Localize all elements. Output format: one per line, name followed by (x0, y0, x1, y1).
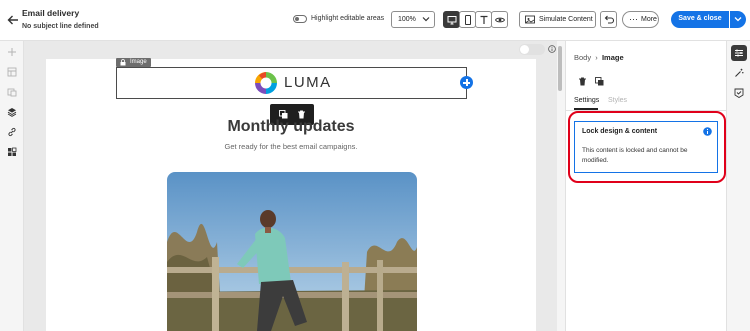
zoom-value: 100% (398, 16, 416, 23)
sun-icon (520, 45, 529, 54)
more-button[interactable]: ··· More (622, 11, 659, 28)
back-arrow-icon[interactable] (6, 13, 20, 27)
left-rail (0, 41, 24, 331)
magic-wand-icon[interactable] (734, 68, 744, 78)
layers-icon[interactable] (7, 107, 17, 117)
eye-icon (495, 17, 505, 23)
save-close-button[interactable]: Save & close (671, 11, 729, 28)
settings-panel-button[interactable] (731, 45, 747, 61)
tab-styles[interactable]: Styles (608, 97, 627, 104)
sliders-icon (735, 49, 743, 57)
theme-toggle[interactable] (519, 44, 545, 55)
duplicate-icon[interactable] (595, 77, 604, 86)
save-options-button[interactable] (730, 11, 746, 28)
properties-panel: Body › Image Settings Styles Lock design… (565, 41, 727, 331)
preview-button[interactable] (491, 11, 508, 28)
simulate-icon (525, 15, 535, 24)
personalization-icon[interactable] (734, 88, 744, 98)
link-icon[interactable] (7, 127, 17, 137)
undo-icon (604, 15, 615, 24)
chevron-down-icon (734, 17, 742, 22)
page-subtitle: No subject line defined (22, 23, 99, 30)
highlight-toggle-label: Highlight editable areas (311, 15, 385, 22)
right-rail (726, 41, 750, 331)
assets-grid-icon[interactable] (7, 147, 17, 157)
desktop-icon (447, 16, 457, 25)
add-icon[interactable] (7, 47, 17, 57)
simulate-content-button[interactable]: Simulate Content (519, 11, 596, 28)
tab-settings[interactable]: Settings (574, 97, 599, 104)
more-label: More (641, 16, 657, 23)
luma-logo-icon (255, 72, 277, 94)
mobile-view-button[interactable] (459, 11, 476, 28)
lock-icon (120, 59, 126, 66)
logo-image-block[interactable]: LUMA (116, 67, 467, 99)
breadcrumb-parent[interactable]: Body (574, 53, 591, 62)
fragments-icon[interactable] (7, 87, 17, 97)
chevron-down-icon (422, 17, 430, 22)
breadcrumb: Body › Image (574, 53, 624, 62)
info-icon[interactable] (548, 45, 556, 53)
desktop-view-button[interactable] (443, 11, 460, 28)
top-bar: Email delivery No subject line defined H… (0, 0, 750, 41)
canvas-scrollbar[interactable] (558, 46, 562, 91)
simulate-content-label: Simulate Content (539, 16, 593, 23)
breadcrumb-separator-icon: › (593, 53, 600, 62)
email-heading[interactable]: Monthly updates (46, 118, 536, 136)
undo-button[interactable] (600, 11, 617, 28)
trash-icon[interactable] (578, 77, 587, 86)
text-view-button[interactable] (475, 11, 492, 28)
more-dots-icon: ··· (629, 14, 638, 24)
breadcrumb-current: Image (601, 53, 624, 62)
email-subheading[interactable]: Get ready for the best email campaigns. (46, 142, 536, 151)
page-title: Email delivery (22, 8, 80, 18)
zoom-select[interactable]: 100% (391, 11, 435, 28)
highlight-annotation-ring (568, 111, 726, 183)
text-icon (480, 15, 488, 24)
image-block-label: Image (130, 59, 147, 65)
layout-icon[interactable] (7, 67, 17, 77)
image-block-badge: Image (116, 58, 151, 67)
luma-logo-text: LUMA (284, 74, 332, 91)
add-block-icon[interactable] (460, 76, 473, 89)
highlight-toggle[interactable] (293, 15, 307, 23)
hero-image[interactable] (167, 172, 417, 331)
mobile-icon (465, 15, 471, 25)
